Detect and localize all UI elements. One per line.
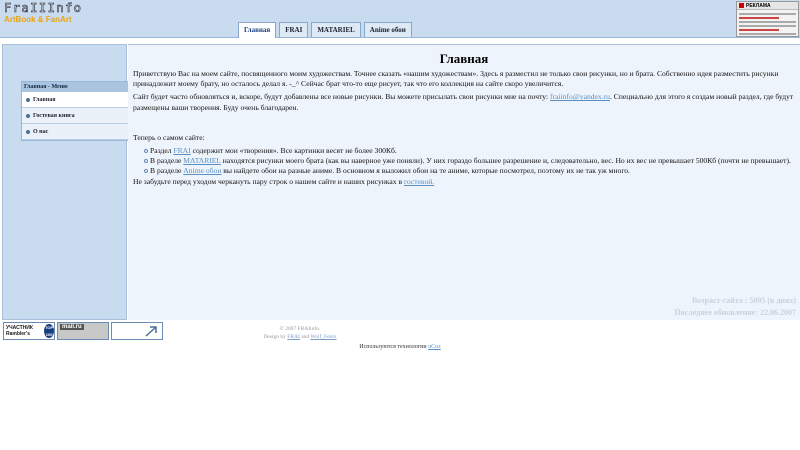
mail-counter-badge[interactable]: mail.ru [57,322,109,340]
content-body: Приветствую Вас на моем сайте, посвященн… [133,69,798,190]
logo-text: FraIIInfo [4,2,83,14]
arrow-up-right-icon [145,326,157,337]
counter-badges: УЧАСТНИК Rambler's TOP 100 mail.ru [3,322,163,340]
site-age: Возраст сайта : 5095 (в днях) [691,296,796,305]
svg-text:FraIIInfo: FraIIInfo [4,2,83,14]
designer-link-wolf[interactable]: Wolf_Fenix [310,334,336,340]
last-update: Последнее обновление: 22.06.2007 [674,308,796,317]
sidebar: Главная - Меню Главная Гостевая книга О … [2,44,129,320]
sidebar-item-about[interactable]: О нас [22,124,128,140]
list-item: В разделе Anime обои вы найдете обои на … [144,166,798,176]
intro-paragraph: Приветствую Вас на моем сайте, посвященн… [133,69,779,89]
rambler-top-icon: TOP 100 [44,324,54,338]
matariel-link[interactable]: MATARIEL [183,156,221,165]
top-nav-tabs: Главная FRAI MATARIEL Anime обои [238,22,412,38]
sidebar-item-label: Гостевая книга [33,112,75,119]
bullet-icon [144,159,148,164]
ad-mark-icon [739,3,744,8]
designer-link-frai[interactable]: FRAI [287,334,300,340]
update-paragraph: Сайт будет часто обновляться и, вскоре, … [133,92,794,112]
page-title: Главная [439,51,489,66]
bullet-icon [144,149,148,154]
tab-anime-wallpapers[interactable]: Anime обои [363,22,412,37]
list-item: В разделе MATARIEL находятся рисунки мое… [144,156,798,166]
frai-link[interactable]: FRAI [173,146,190,155]
ad-label: РЕКЛАМА [746,2,771,9]
tab-home[interactable]: Главная [238,22,277,38]
site-logo[interactable]: FraIIInfo [3,2,148,14]
sidebar-item-guestbook[interactable]: Гостевая книга [22,108,128,124]
bullet-icon [26,97,30,102]
email-link[interactable]: fraiinfo@yandex.ru [550,92,610,101]
about-heading: Теперь о самом сайте: [133,132,205,142]
sidebar-item-home[interactable]: Главная [22,92,128,108]
closing-paragraph: Не забудьте перед уходом черкануть пару … [133,176,435,186]
bullet-icon [144,169,148,174]
site-tagline: ArtBook & FanArt [4,15,72,24]
sections-list: Раздел FRAI содержит мои «творения». Все… [133,146,798,177]
sidebar-item-label: Главная [33,96,56,103]
ad-banner[interactable]: РЕКЛАМА [736,1,799,37]
sidebar-menu: Главная - Меню Главная Гостевая книга О … [21,81,129,141]
sidebar-item-label: О нас [33,128,49,135]
copyright: © 2007 FRAIinfo. Design by FRAI and Wolf… [263,326,337,340]
mail-badge-label: mail.ru [60,324,84,330]
menu-title: Главная - Меню [22,82,128,92]
anime-wallpapers-link[interactable]: Anime обои [183,166,221,175]
guestbook-link[interactable]: гостевой. [404,177,434,186]
bullet-icon [26,129,30,134]
bullet-icon [26,113,30,118]
site-stats: Возраст сайта : 5095 (в днях) Последнее … [674,295,796,319]
counter-badge-3[interactable] [111,322,163,340]
list-item: Раздел FRAI содержит мои «творения». Все… [144,146,798,156]
tech-credit: Используются технологии uCoz [359,344,441,350]
rambler-badge[interactable]: УЧАСТНИК Rambler's TOP 100 [3,322,55,340]
tab-matariel[interactable]: MATARIEL [311,22,361,37]
ucoz-link[interactable]: uCoz [428,344,441,350]
site-header: FraIIInfo ArtBook & FanArt Главная FRAI … [0,0,800,38]
main-content: Главная Приветствую Вас на моем сайте, п… [128,44,800,320]
tab-frai[interactable]: FRAI [279,22,309,37]
